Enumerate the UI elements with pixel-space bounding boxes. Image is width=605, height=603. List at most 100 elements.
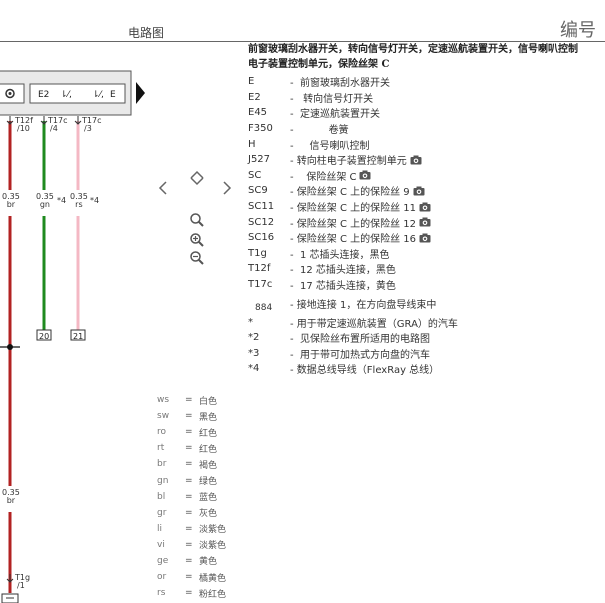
legend-item-code: J527	[248, 154, 271, 166]
color-code-row: rt = 红色	[157, 440, 226, 456]
camera-icon[interactable]	[419, 217, 431, 227]
legend-item: E - 前窗玻璃刮水器开关	[248, 74, 605, 90]
legend-item-code: SC12	[248, 216, 275, 228]
legend-item: SC11 - 保险丝架 C 上的保险丝 11	[248, 199, 605, 215]
legend-item-desc: - 前窗玻璃刮水器开关	[290, 78, 390, 90]
color-code-row: vi = 淡紫色	[157, 537, 226, 553]
color-code-row: br = 褐色	[157, 456, 226, 472]
camera-icon[interactable]	[359, 170, 371, 180]
legend-item-desc: - 保险丝架 C	[290, 171, 357, 183]
equals-sign: =	[185, 443, 193, 454]
legend-item: H - 信号喇叭控制	[248, 136, 605, 152]
color-name: 白色	[199, 396, 218, 407]
color-name: 粉红色	[199, 589, 227, 600]
pan-down-icon[interactable]	[189, 176, 205, 188]
legend-item-code: SC	[248, 169, 262, 181]
legend-item-code: H	[248, 138, 256, 150]
color-code: rt	[157, 443, 165, 454]
document-number-label: 编号	[560, 20, 596, 41]
switch-symbol-1: ⇂⁄,	[60, 90, 72, 100]
legend-item-desc: - 转向柱电子装置控制单元	[290, 156, 407, 168]
legend-item-code: T12f	[248, 263, 271, 275]
pan-right-icon[interactable]	[222, 180, 234, 196]
legend-item-code: E	[248, 76, 255, 88]
legend-item-code: *2	[248, 332, 260, 344]
legend-heading-1: 前窗玻璃刮水器开关，转向信号灯开关，定速巡航装置开关，信号喇叭控制	[248, 44, 578, 55]
continuation-arrow	[136, 82, 145, 104]
color-code: sw	[157, 411, 170, 422]
wire-label-4: 0.35 br	[2, 488, 20, 505]
color-code: ro	[157, 427, 167, 438]
legend-item-code: T17c	[248, 279, 273, 291]
connector-t17c-3: T17c/3	[82, 116, 102, 133]
ref-20: 20	[39, 332, 49, 341]
equals-sign: =	[185, 411, 193, 422]
zoom-out-icon[interactable]	[189, 250, 205, 266]
camera-icon[interactable]	[413, 186, 425, 196]
camera-icon[interactable]	[419, 233, 431, 243]
color-code: gr	[157, 507, 167, 518]
legend-item: E45 - 定速巡航装置开关	[248, 105, 605, 121]
component-label-e: E	[110, 90, 116, 100]
legend-item: T12f - 12 芯插头连接，黑色	[248, 261, 605, 277]
equals-sign: =	[185, 523, 193, 534]
legend-item-code: 884	[255, 302, 273, 313]
legend-item-code: *3	[248, 347, 260, 359]
legend-item: F350 - 卷簧	[248, 121, 605, 137]
legend-item-desc: - 转向信号灯开关	[290, 93, 374, 105]
color-code-row: or = 橘黄色	[157, 569, 226, 585]
switch-block-left	[0, 83, 25, 104]
wire-label-2: 0.35 gn	[36, 192, 54, 209]
color-code-row: sw = 黑色	[157, 408, 226, 424]
legend-item-desc: - 保险丝架 C 上的保险丝 9	[290, 187, 410, 199]
color-name: 绿色	[199, 477, 218, 488]
color-code: rs	[157, 588, 166, 599]
equals-sign: =	[185, 459, 193, 470]
equals-sign: =	[185, 427, 193, 438]
color-code: li	[157, 523, 163, 534]
legend-item-code: F350	[248, 123, 273, 135]
color-code-row: rs = 粉红色	[157, 585, 226, 601]
component-label-e2: E2	[38, 90, 49, 100]
legend-item: * - 用于带定速巡航装置（GRA）的汽车	[248, 314, 605, 330]
legend-item-desc: - 数据总线导线（FlexRay 总线）	[290, 365, 440, 377]
color-code: br	[157, 459, 167, 470]
legend-item-code: T1g	[248, 247, 267, 259]
wire-mark-2: *4	[57, 196, 67, 205]
ref-21: 21	[73, 332, 83, 341]
color-code: ge	[157, 555, 169, 566]
zoom-reset-icon[interactable]	[189, 212, 205, 228]
legend-item-code: SC16	[248, 232, 275, 244]
camera-icon[interactable]	[410, 155, 422, 165]
color-name: 灰色	[199, 509, 218, 520]
legend-item: E2 - 转向信号灯开关	[248, 90, 605, 106]
wire-color-table: ws = 白色 sw = 黑色 ro = 红色 rt = 红色 br = 褐色 gn = 绿色 bl = 蓝色 gr = 灰色…	[157, 392, 226, 601]
camera-icon[interactable]	[419, 202, 431, 212]
connector-t17c-4: T17c/4	[48, 116, 68, 133]
legend-item: T17c - 17 芯插头连接，黄色	[248, 277, 605, 293]
legend-item: 884 - 接地连接 1，在方向盘导线束中	[248, 292, 605, 314]
legend-item-desc: - 用于带定速巡航装置（GRA）的汽车	[290, 318, 458, 330]
equals-sign: =	[185, 395, 193, 406]
zoom-in-icon[interactable]	[189, 232, 205, 248]
legend-heading-2: 电子装置控制单元，保险丝架 C	[248, 59, 390, 70]
legend-item-desc: - 接地连接 1，在方向盘导线束中	[290, 299, 437, 311]
component-legend: 前窗玻璃刮水器开关，转向信号灯开关，定速巡航装置开关，信号喇叭控制 电子装置控制…	[248, 42, 605, 377]
color-code: vi	[157, 539, 165, 550]
legend-item-desc: - 见保险丝布置所适用的电路图	[290, 334, 430, 346]
legend-item-desc: - 定速巡航装置开关	[290, 109, 380, 121]
color-code-row: li = 淡紫色	[157, 521, 226, 537]
wire-label-3: 0.35 rs	[70, 192, 88, 209]
legend-item-code: E45	[248, 107, 268, 119]
color-code: gn	[157, 475, 169, 486]
legend-item: *2 - 见保险丝布置所适用的电路图	[248, 330, 605, 346]
switch-contact-dot	[8, 92, 12, 95]
equals-sign: =	[185, 491, 193, 502]
legend-item-code: *4	[248, 363, 260, 375]
color-name: 蓝色	[199, 493, 218, 504]
color-name: 淡紫色	[199, 541, 227, 552]
color-code-row: bl = 蓝色	[157, 489, 226, 505]
legend-item-desc: - 用于带可加热式方向盘的汽车	[290, 349, 430, 361]
wire-label-1: 0.35 br	[2, 192, 20, 209]
pan-left-icon[interactable]	[156, 180, 168, 196]
